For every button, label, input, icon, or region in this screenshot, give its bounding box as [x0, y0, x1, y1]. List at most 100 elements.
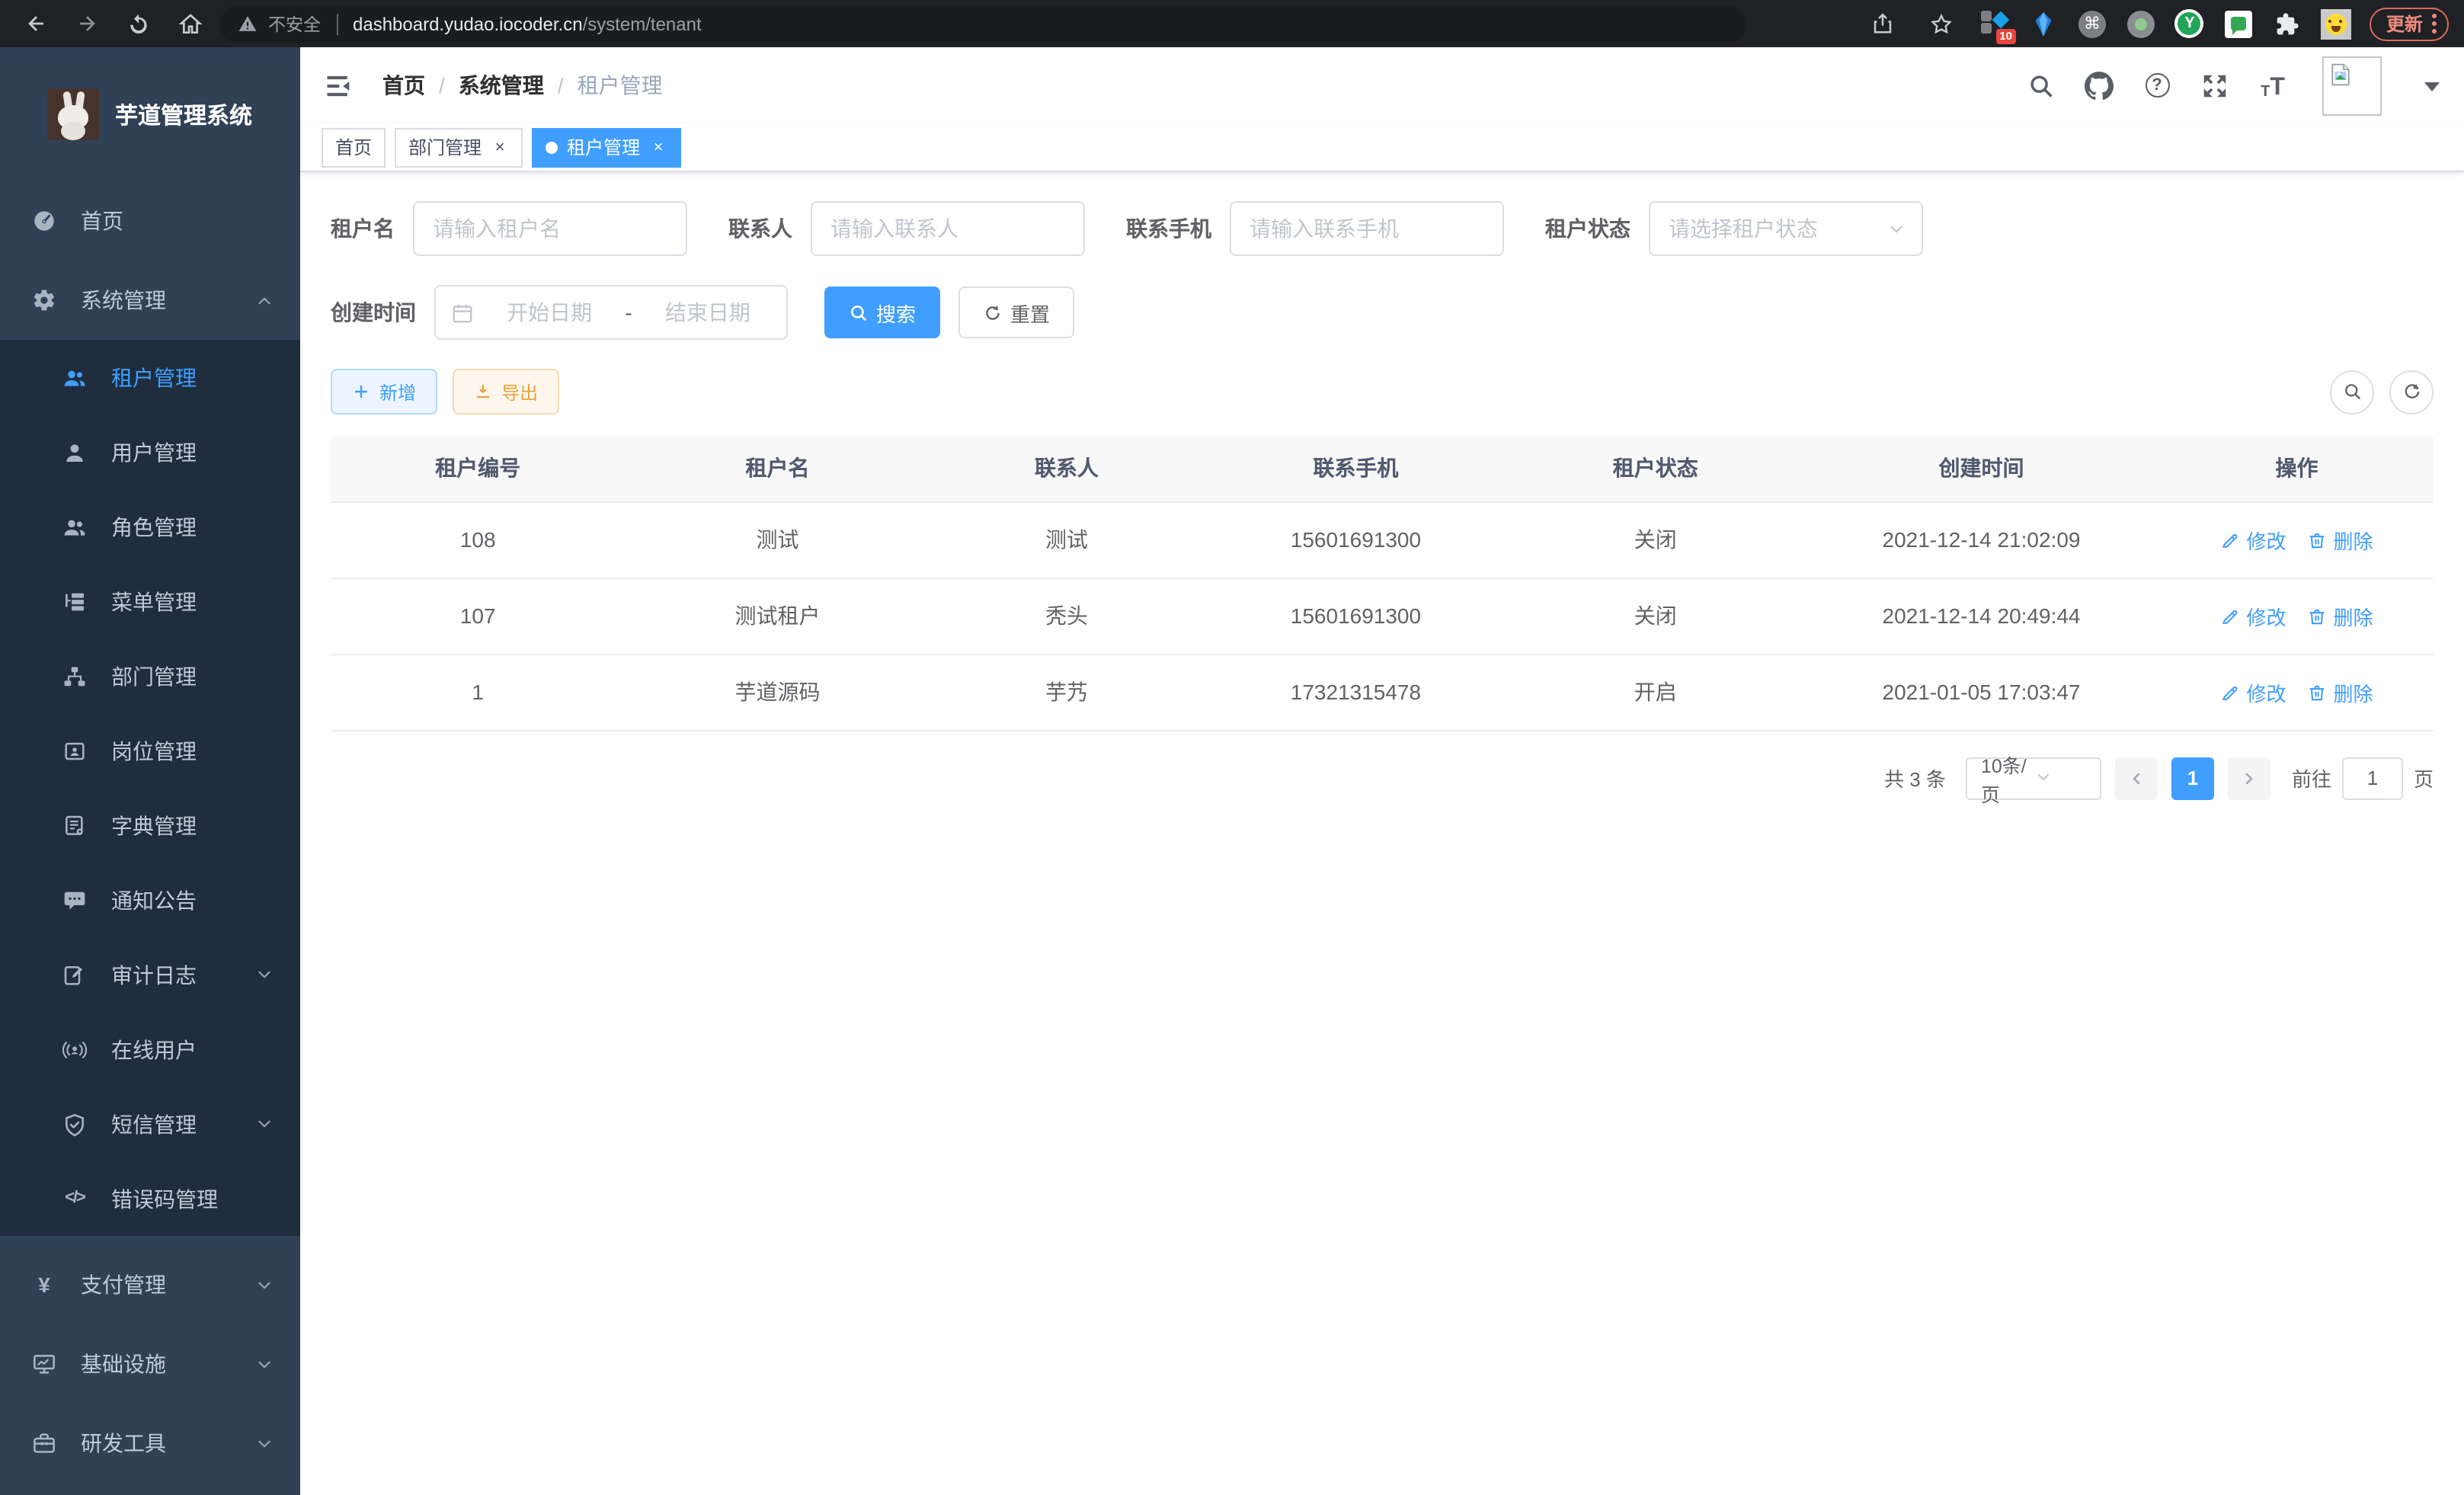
cell-status: 关闭 [1509, 578, 1803, 654]
breadcrumb-home[interactable]: 首页 [382, 70, 425, 101]
chevron-down-icon [1886, 219, 1906, 238]
profile-avatar-icon[interactable] [2321, 8, 2351, 39]
calendar-icon [451, 301, 474, 324]
monitor-icon [32, 1352, 56, 1376]
extension-gem-icon[interactable] [2028, 8, 2059, 39]
contact-input[interactable] [811, 201, 1085, 256]
browser-update-button[interactable]: 更新 [2370, 7, 2449, 40]
tag-首页[interactable]: 首页 [322, 127, 386, 167]
tag-部门管理[interactable]: 部门管理 × [395, 127, 523, 167]
mobile-input[interactable] [1230, 201, 1504, 256]
next-page-button[interactable] [2228, 757, 2270, 799]
create-time-label: 创建时间 [331, 297, 416, 328]
bookmark-star-icon[interactable] [1922, 4, 1961, 43]
col-created: 创建时间 [1803, 436, 2160, 501]
date-end-placeholder[interactable]: 结束日期 [645, 297, 771, 328]
browser-home-icon[interactable] [171, 4, 210, 43]
edit-link[interactable]: 修改 [2221, 525, 2286, 554]
avatar-dropdown-caret-icon[interactable] [2424, 82, 2440, 98]
font-size-icon[interactable]: TT [2258, 71, 2287, 100]
sidebar-item-错误码管理[interactable]: </> 错误码管理 [0, 1161, 300, 1236]
extension-command-icon[interactable]: ⌘ [2077, 8, 2107, 39]
app-logo-row[interactable]: 芋道管理系统 [0, 47, 300, 181]
export-button[interactable]: 导出 [453, 369, 559, 415]
close-icon[interactable]: × [491, 138, 509, 156]
delete-link[interactable]: 删除 [2308, 677, 2373, 706]
total-count: 共 3 条 [1884, 764, 1946, 792]
hamburger-icon[interactable] [325, 69, 357, 101]
browser-forward-icon[interactable] [67, 4, 107, 43]
app-title: 芋道管理系统 [115, 98, 252, 130]
extension-chat-icon[interactable] [2223, 8, 2254, 39]
sidebar-item-用户管理[interactable]: 用户管理 [0, 415, 300, 489]
current-page[interactable]: 1 [2171, 757, 2214, 799]
breadcrumb-system[interactable]: 系统管理 [459, 70, 544, 101]
toggle-search-button[interactable] [2330, 370, 2374, 414]
browser-menu-icon[interactable] [2432, 21, 2437, 26]
sidebar-item-短信管理[interactable]: 短信管理 [0, 1087, 300, 1161]
url-text: dashboard.yudao.iocoder.cn/system/tenant [353, 13, 702, 34]
col-tenant-name: 租户名 [625, 436, 930, 501]
not-secure-icon [238, 14, 258, 34]
delete-link[interactable]: 删除 [2308, 525, 2373, 554]
address-bar[interactable]: 不安全 dashboard.yudao.iocoder.cn/system/te… [219, 5, 1746, 42]
status-label: 租户状态 [1545, 213, 1630, 244]
tag-租户管理[interactable]: 租户管理 × [532, 127, 681, 167]
date-start-placeholder[interactable]: 开始日期 [486, 297, 613, 328]
plus-icon [352, 382, 372, 402]
sidebar-item-租户管理[interactable]: 租户管理 [0, 340, 300, 415]
share-icon[interactable] [1864, 4, 1903, 43]
sidebar-item-岗位管理[interactable]: 岗位管理 [0, 713, 300, 788]
sidebar-item-字典管理[interactable]: 字典管理 [0, 788, 300, 863]
mobile-label: 联系手机 [1126, 213, 1211, 244]
avatar[interactable] [2322, 56, 2382, 115]
code-icon: </> [62, 1186, 87, 1211]
table-body: 108 测试 测试 15601691300 关闭 2021-12-14 21:0… [331, 501, 2434, 730]
github-icon[interactable] [2085, 71, 2114, 100]
help-icon[interactable]: ? [2142, 71, 2171, 100]
edit-link[interactable]: 修改 [2221, 601, 2286, 630]
extension-y-icon[interactable]: Y [2174, 8, 2205, 39]
page-content: 租户名 联系人 联系手机 租户状态 请选择租户状态 [300, 172, 2464, 1495]
sidebar-item-角色管理[interactable]: 角色管理 [0, 489, 300, 564]
fullscreen-icon[interactable] [2200, 71, 2229, 100]
sidebar-item-系统管理[interactable]: 系统管理 [0, 261, 300, 340]
page-size-select[interactable]: 10条/页 [1966, 757, 2101, 799]
status-select[interactable]: 请选择租户状态 [1649, 201, 1923, 256]
sidebar-item-审计日志[interactable]: 审计日志 [0, 937, 300, 1012]
prev-page-button[interactable] [2115, 757, 2158, 799]
extension-tasks-icon[interactable]: 10 [1979, 8, 2010, 39]
col-tenant-id: 租户编号 [331, 436, 625, 501]
contact-label: 联系人 [728, 213, 792, 244]
search-icon[interactable] [2027, 71, 2056, 100]
reset-button[interactable]: 重置 [958, 287, 1074, 338]
sidebar-item-通知公告[interactable]: 通知公告 [0, 863, 300, 937]
sidebar-item-菜单管理[interactable]: 菜单管理 [0, 564, 300, 639]
browser-reload-icon[interactable] [119, 4, 158, 43]
sidebar-item-支付管理[interactable]: ¥ 支付管理 [0, 1245, 300, 1324]
edit-link[interactable]: 修改 [2221, 677, 2286, 706]
refresh-table-button[interactable] [2389, 370, 2434, 414]
goto-page-input[interactable] [2342, 757, 2403, 799]
add-button[interactable]: 新增 [331, 369, 437, 415]
extension-record-icon[interactable] [2126, 8, 2156, 39]
tenant-table: 租户编号 租户名 联系人 联系手机 租户状态 创建时间 操作 108 测试 测试… [331, 436, 2434, 731]
table-row: 107 测试租户 秃头 15601691300 关闭 2021-12-14 20… [331, 578, 2434, 654]
extensions-puzzle-icon[interactable] [2272, 8, 2302, 39]
sidebar-item-在线用户[interactable]: 在线用户 [0, 1012, 300, 1087]
sidebar-item-研发工具[interactable]: 研发工具 [0, 1404, 300, 1483]
date-range-picker[interactable]: 开始日期 - 结束日期 [434, 285, 788, 340]
browser-back-icon[interactable] [15, 4, 55, 43]
sidebar-item-基础设施[interactable]: 基础设施 [0, 1324, 300, 1404]
sidebar-item-首页[interactable]: 首页 [0, 181, 300, 261]
close-icon[interactable]: × [649, 138, 667, 156]
search-button[interactable]: 搜索 [824, 287, 940, 338]
people-icon [62, 514, 87, 539]
col-contact: 联系人 [930, 436, 1204, 501]
tenant-name-input[interactable] [413, 201, 687, 256]
cell-created: 2021-12-14 20:49:44 [1803, 578, 2160, 654]
cell-contact: 芋艿 [930, 654, 1204, 730]
sidebar-item-部门管理[interactable]: 部门管理 [0, 639, 300, 713]
breadcrumb-current: 租户管理 [578, 70, 663, 101]
delete-link[interactable]: 删除 [2308, 601, 2373, 630]
